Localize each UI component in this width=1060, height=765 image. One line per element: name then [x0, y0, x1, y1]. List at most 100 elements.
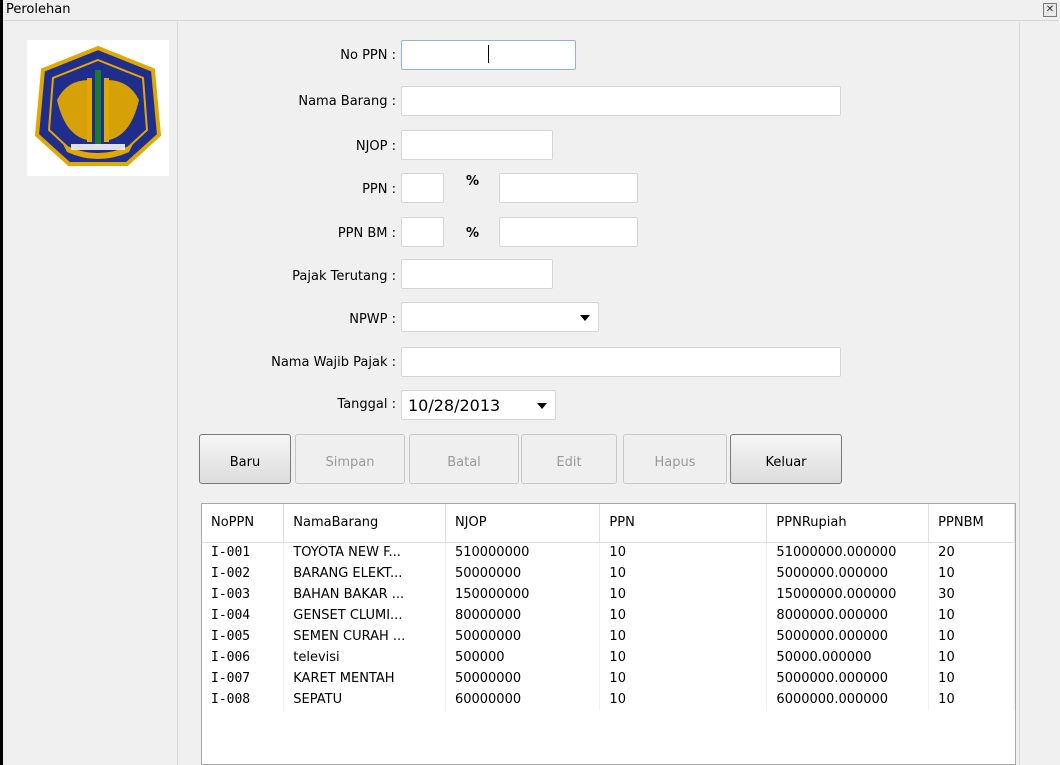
column-header-noppn[interactable]: NoPPN: [202, 504, 285, 543]
cell-ppn: 10: [599, 542, 768, 563]
table-row[interactable]: I-002 BARANG ELEKT... 50000000 10 500000…: [202, 563, 1015, 584]
njop-label: NJOP :: [355, 139, 396, 154]
cell-noppn: I-006: [202, 647, 285, 668]
cell-ppnbm: 10: [928, 605, 1015, 626]
cell-ppnbm: 20: [928, 542, 1015, 563]
cell-njop: 510000000: [445, 542, 601, 563]
cell-njop: 150000000: [445, 584, 601, 605]
cell-njop: 500000: [445, 647, 601, 668]
nama-wajib-pajak-input[interactable]: [401, 347, 841, 377]
table-row[interactable]: I-008 SEPATU 60000000 10 6000000.000000 …: [202, 689, 1015, 710]
pajak-terutang-label: Pajak Terutang :: [292, 269, 396, 284]
title-bar: Perolehan ✕: [3, 0, 1060, 21]
left-panel: [3, 22, 178, 765]
column-header-njop[interactable]: NJOP: [445, 504, 601, 543]
cell-noppn: I-002: [202, 563, 285, 584]
table-row[interactable]: I-005 SEMEN CURAH ... 50000000 10 500000…: [202, 626, 1015, 647]
kemenkeu-logo: [27, 40, 169, 176]
cell-ppnrupiah: 5000000.000000: [766, 563, 930, 584]
cell-ppnbm: 10: [928, 647, 1015, 668]
edit-button[interactable]: Edit: [521, 434, 617, 484]
cell-namabarang: BARANG ELEKT...: [283, 563, 446, 584]
ppn-bm-percent-sign: %: [466, 226, 480, 241]
cell-njop: 60000000: [445, 689, 601, 710]
cell-ppn: 10: [599, 605, 768, 626]
ppn-data-grid[interactable]: NoPPN NamaBarang NJOP PPN PPNRupiah PPNB…: [201, 503, 1016, 765]
window-title: Perolehan: [6, 2, 71, 17]
cell-namabarang: TOYOTA NEW F...: [283, 542, 446, 563]
cell-noppn: I-003: [202, 584, 285, 605]
ppn-table: NoPPN NamaBarang NJOP PPN PPNRupiah PPNB…: [202, 504, 1015, 710]
cell-namabarang: BAHAN BAKAR ...: [283, 584, 446, 605]
nama-wajib-pajak-label: Nama Wajib Pajak :: [271, 355, 396, 370]
keluar-button[interactable]: Keluar: [730, 434, 842, 484]
cell-namabarang: televisi: [283, 647, 446, 668]
ppn-amount-input[interactable]: [499, 173, 638, 203]
column-header-namabarang[interactable]: NamaBarang: [283, 504, 446, 543]
cell-ppnrupiah: 50000.000000: [766, 647, 930, 668]
cell-ppnbm: 10: [928, 626, 1015, 647]
baru-button[interactable]: Baru: [199, 434, 291, 484]
cell-ppn: 10: [599, 563, 768, 584]
cell-ppn: 10: [599, 689, 768, 710]
cell-namabarang: GENSET CLUMI...: [283, 605, 446, 626]
column-header-ppnbm[interactable]: PPNBM: [928, 504, 1015, 543]
cell-ppn: 10: [599, 584, 768, 605]
close-icon[interactable]: ✕: [1043, 3, 1057, 17]
table-row[interactable]: I-004 GENSET CLUMI... 80000000 10 800000…: [202, 605, 1015, 626]
cell-ppn: 10: [599, 668, 768, 689]
cell-ppnrupiah: 5000000.000000: [766, 668, 930, 689]
cell-ppnrupiah: 51000000.000000: [766, 542, 930, 563]
cell-ppnbm: 30: [928, 584, 1015, 605]
cell-ppn: 10: [599, 647, 768, 668]
nama-barang-input[interactable]: [401, 86, 841, 116]
cell-namabarang: SEPATU: [283, 689, 446, 710]
table-row[interactable]: I-007 KARET MENTAH 50000000 10 5000000.0…: [202, 668, 1015, 689]
ppn-percent-sign: %: [466, 174, 480, 189]
tanggal-value: 10/28/2013: [408, 396, 501, 415]
right-strip: [1019, 22, 1060, 765]
batal-button[interactable]: Batal: [409, 434, 519, 484]
table-row[interactable]: I-003 BAHAN BAKAR ... 150000000 10 15000…: [202, 584, 1015, 605]
ppn-bm-amount-input[interactable]: [499, 217, 638, 247]
table-row[interactable]: I-001 TOYOTA NEW F... 510000000 10 51000…: [202, 542, 1015, 563]
chevron-down-icon: [537, 403, 547, 409]
cell-njop: 50000000: [445, 626, 601, 647]
cell-noppn: I-007: [202, 668, 285, 689]
cell-ppnbm: 10: [928, 689, 1015, 710]
column-header-ppnrupiah[interactable]: PPNRupiah: [766, 504, 930, 543]
no-ppn-label: No PPN :: [340, 48, 396, 63]
perolehan-window: Perolehan ✕ No PPN : Nama Barang : NJOP …: [0, 0, 1060, 765]
cell-noppn: I-005: [202, 626, 285, 647]
text-caret: [488, 45, 489, 63]
table-header-row: NoPPN NamaBarang NJOP PPN PPNRupiah PPNB…: [202, 504, 1015, 543]
tanggal-date-picker[interactable]: 10/28/2013: [401, 390, 556, 420]
ppn-bm-percent-input[interactable]: [401, 217, 444, 247]
ppn-label: PPN :: [362, 182, 396, 197]
njop-input[interactable]: [401, 130, 553, 160]
cell-namabarang: KARET MENTAH: [283, 668, 446, 689]
cell-ppnbm: 10: [928, 668, 1015, 689]
simpan-button[interactable]: Simpan: [295, 434, 405, 484]
cell-ppnrupiah: 5000000.000000: [766, 626, 930, 647]
ppn-percent-input[interactable]: [401, 173, 444, 203]
chevron-down-icon: [580, 315, 590, 321]
cell-ppnrupiah: 15000000.000000: [766, 584, 930, 605]
cell-ppnrupiah: 6000000.000000: [766, 689, 930, 710]
cell-ppnbm: 10: [928, 563, 1015, 584]
cell-namabarang: SEMEN CURAH ...: [283, 626, 446, 647]
pajak-terutang-input[interactable]: [401, 259, 553, 289]
nama-barang-label: Nama Barang :: [298, 94, 396, 109]
tanggal-label: Tanggal :: [337, 397, 396, 412]
cell-ppn: 10: [599, 626, 768, 647]
npwp-label: NPWP :: [349, 312, 396, 327]
ppn-bm-label: PPN BM :: [337, 226, 396, 241]
hapus-button[interactable]: Hapus: [623, 434, 727, 484]
cell-noppn: I-008: [202, 689, 285, 710]
npwp-dropdown[interactable]: [401, 302, 599, 332]
cell-njop: 50000000: [445, 563, 601, 584]
cell-njop: 80000000: [445, 605, 601, 626]
cell-njop: 50000000: [445, 668, 601, 689]
column-header-ppn[interactable]: PPN: [599, 504, 768, 543]
table-row[interactable]: I-006 televisi 500000 10 50000.000000 10: [202, 647, 1015, 668]
